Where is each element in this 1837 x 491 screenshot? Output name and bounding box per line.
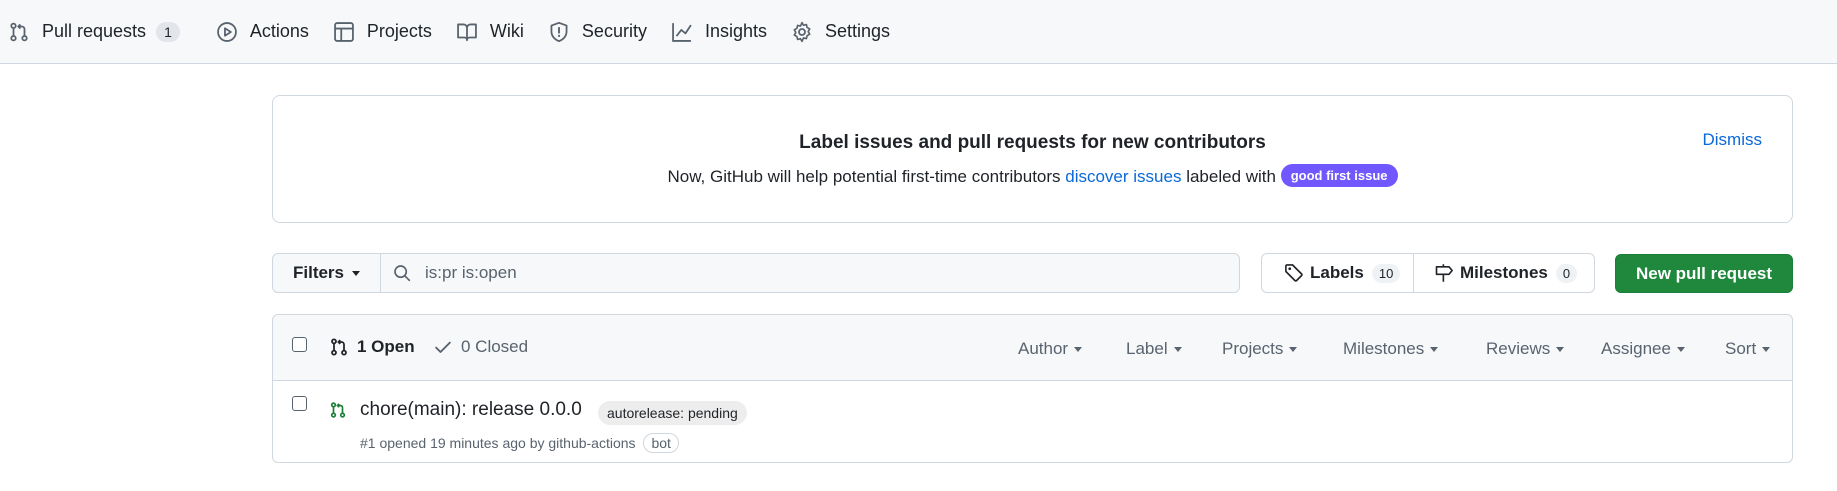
nav-insights-label: Insights [704, 21, 767, 41]
nav-security-label: Security [581, 21, 647, 41]
milestones-filter-label: Milestones [1343, 339, 1425, 358]
closed-count: 0 Closed [461, 337, 529, 356]
banner-text-before: Now, GitHub will help potential first-ti… [667, 167, 1066, 186]
nav-pull-requests-label: Pull requests [42, 21, 147, 41]
banner-text: Now, GitHub will help potential first-ti… [273, 164, 1792, 187]
pull-request-title[interactable]: chore(main): release 0.0.0 [360, 399, 582, 421]
filters-button[interactable]: Filters [272, 253, 380, 293]
dismiss-button[interactable]: Dismiss [1703, 130, 1763, 150]
projects-filter[interactable]: Projects [1222, 339, 1298, 359]
graph-icon [672, 22, 692, 42]
chevron-down-icon [1289, 346, 1298, 352]
nav-wiki[interactable]: Wiki [444, 12, 536, 52]
reviews-filter-label: Reviews [1486, 339, 1551, 358]
assignee-filter[interactable]: Assignee [1601, 339, 1685, 359]
row-checkbox[interactable] [292, 396, 307, 411]
label-filter[interactable]: Label [1126, 339, 1182, 359]
labels-count: 10 [1371, 263, 1401, 283]
chevron-down-icon [1173, 346, 1182, 352]
list-header: 1 Open 0 Closed Author Label Projects Mi… [273, 315, 1792, 381]
milestones-label: Milestones [1460, 263, 1548, 282]
open-filter[interactable]: 1 Open [329, 337, 415, 357]
new-pull-request-button[interactable]: New pull request [1615, 254, 1793, 293]
nav-security[interactable]: Security [536, 12, 659, 52]
select-all-checkbox[interactable] [292, 337, 307, 352]
meta-prefix: #1 opened 19 minutes ago by [360, 435, 549, 451]
assignee-filter-label: Assignee [1601, 339, 1671, 358]
pull-request-meta: #1 opened 19 minutes ago by github-actio… [360, 433, 679, 453]
milestones-filter[interactable]: Milestones [1343, 339, 1439, 359]
author-link[interactable]: github-actions [548, 435, 635, 451]
check-icon [435, 341, 451, 353]
reviews-filter[interactable]: Reviews [1486, 339, 1565, 359]
filters-label: Filters [292, 263, 345, 282]
discover-issues-link[interactable]: discover issues [1065, 167, 1181, 186]
chevron-down-icon [1430, 346, 1439, 352]
nav-settings-label: Settings [825, 21, 891, 41]
sort-filter-label: Sort [1725, 339, 1757, 358]
nav-pull-requests[interactable]: Pull requests 1 [0, 12, 192, 52]
nav-actions-label: Actions [249, 21, 309, 41]
milestones-button[interactable]: Milestones 0 [1414, 254, 1594, 292]
label-filter-label: Label [1126, 339, 1168, 358]
git-pull-request-icon [10, 22, 28, 41]
pull-requests-count: 1 [156, 21, 180, 42]
nav-actions[interactable]: Actions [204, 12, 321, 52]
labels-milestones-group: Labels 10 Milestones 0 [1261, 253, 1595, 293]
list-item: chore(main): release 0.0.0 autorelease: … [273, 381, 1792, 463]
nav-projects[interactable]: Projects [321, 12, 444, 52]
shield-icon [550, 21, 568, 42]
author-filter[interactable]: Author [1018, 339, 1083, 359]
nav-settings[interactable]: Settings [779, 12, 902, 52]
projects-filter-label: Projects [1222, 339, 1284, 358]
milestone-icon [1435, 264, 1453, 282]
milestones-count: 0 [1555, 263, 1578, 283]
chevron-down-icon [1676, 346, 1685, 352]
git-pull-request-icon [331, 338, 347, 356]
play-icon [217, 21, 237, 42]
good-first-issue-label: good first issue [1280, 164, 1398, 187]
search-icon [394, 265, 411, 282]
banner-text-after: labeled with [1181, 167, 1281, 186]
sort-filter[interactable]: Sort [1725, 339, 1771, 359]
banner-title: Label issues and pull requests for new c… [799, 132, 1266, 153]
labels-label: Labels [1310, 263, 1364, 282]
labels-button[interactable]: Labels 10 [1262, 254, 1414, 292]
nav-wiki-label: Wiki [489, 21, 524, 41]
author-filter-label: Author [1018, 339, 1069, 358]
chevron-down-icon [352, 270, 361, 276]
autorelease-label[interactable]: autorelease: pending [598, 401, 747, 425]
nav-projects-label: Projects [366, 21, 432, 41]
gear-icon [793, 21, 811, 42]
book-icon [457, 23, 477, 41]
repo-nav: Pull requests 1 Actions Projects Wiki Se… [0, 0, 1837, 64]
git-pull-request-icon [330, 402, 346, 418]
new-contributors-banner: Label issues and pull requests for new c… [272, 95, 1793, 223]
chevron-down-icon [1762, 346, 1771, 352]
open-count: 1 Open [357, 337, 415, 356]
bot-badge: bot [643, 433, 679, 453]
nav-insights[interactable]: Insights [659, 12, 779, 52]
table-icon [334, 21, 354, 42]
chevron-down-icon [1556, 346, 1565, 352]
chevron-down-icon [1074, 346, 1083, 352]
pull-request-list: 1 Open 0 Closed Author Label Projects Mi… [272, 314, 1793, 463]
tag-icon [1285, 264, 1303, 282]
search-input[interactable] [425, 263, 1205, 283]
search-box[interactable] [380, 253, 1240, 293]
closed-filter[interactable]: 0 Closed [433, 337, 528, 357]
